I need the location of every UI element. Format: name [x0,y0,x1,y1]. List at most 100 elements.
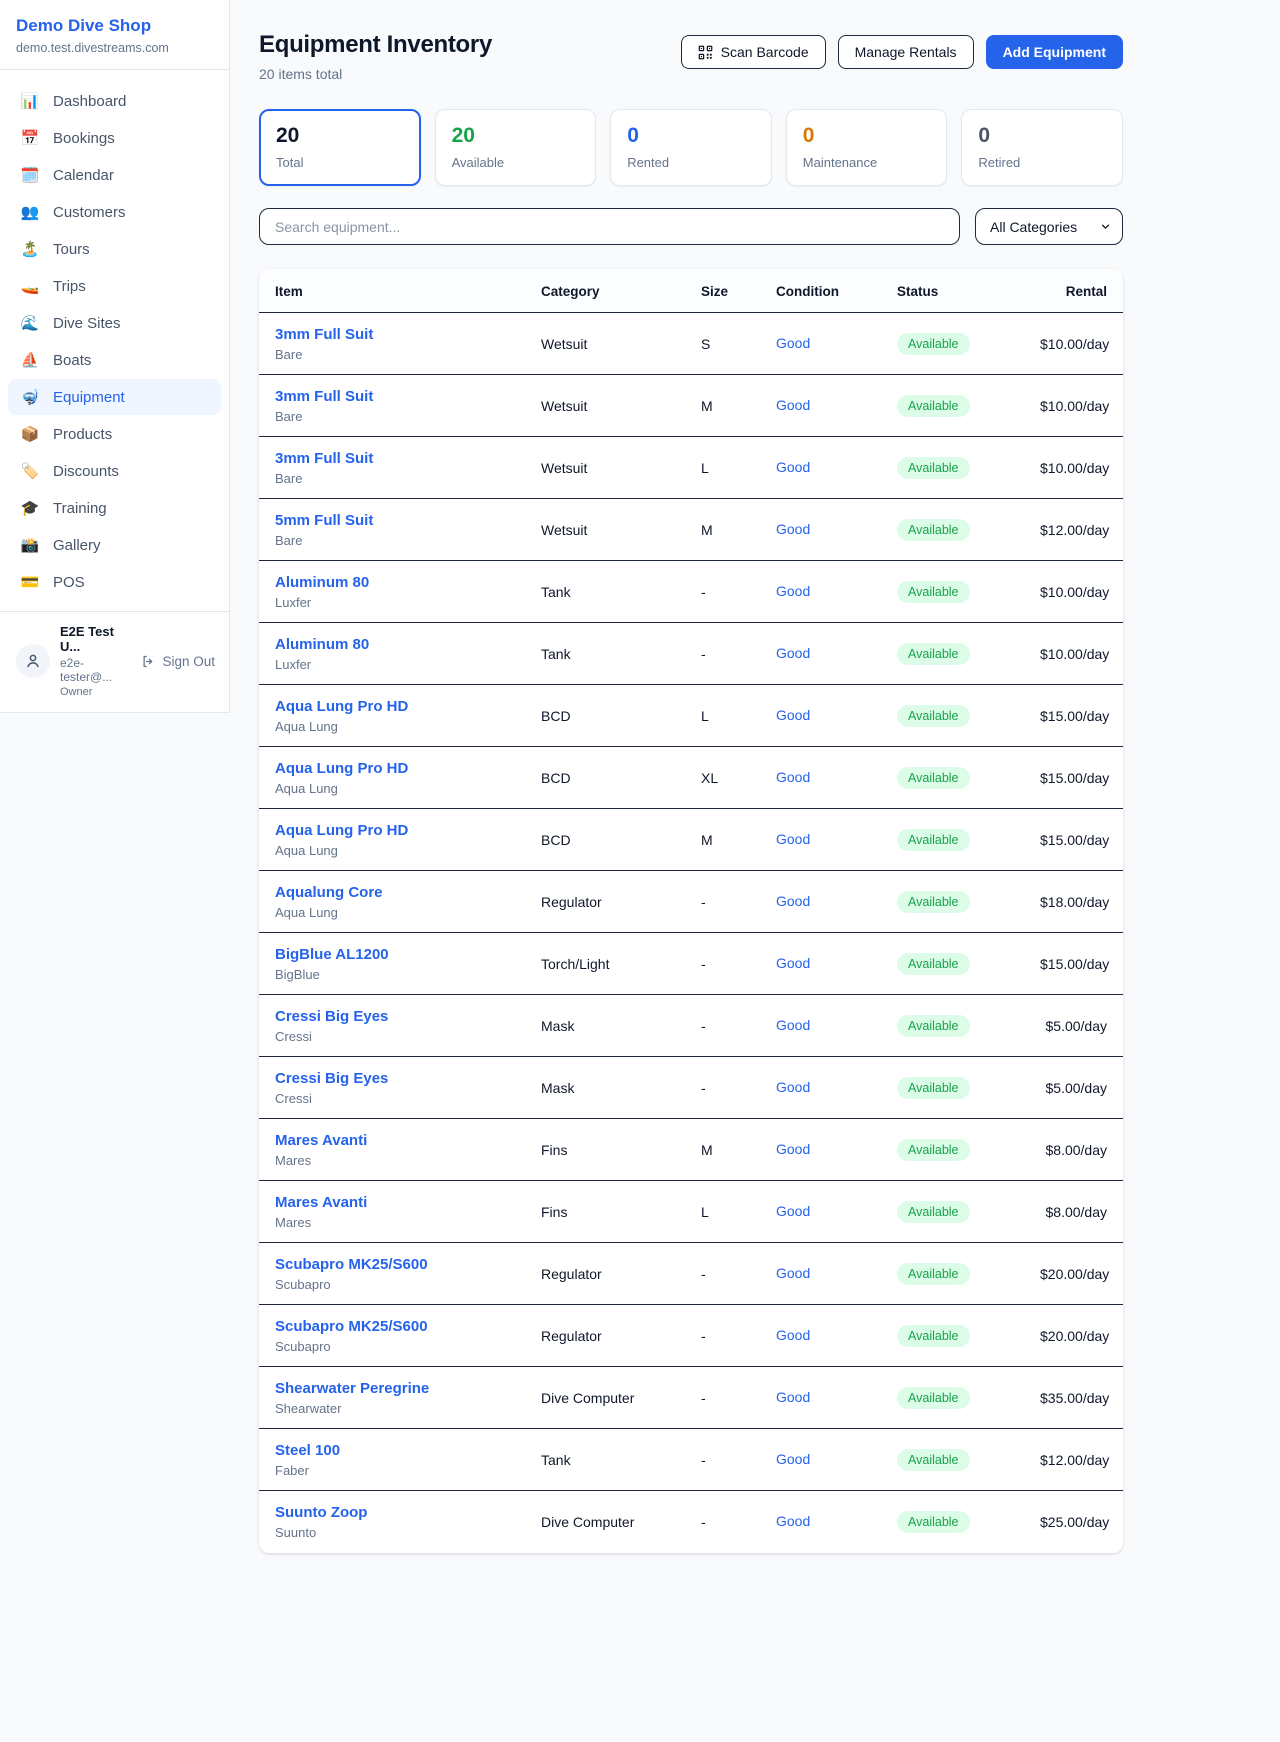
condition-link[interactable]: Good [776,1389,810,1405]
sidebar-item-dive-sites[interactable]: 🌊 Dive Sites [8,305,221,341]
grad-cap-icon: 🎓 [20,499,40,517]
item-name-link[interactable]: Shearwater Peregrine [275,1380,509,1397]
sidebar-item-trips[interactable]: 🚤 Trips [8,268,221,304]
stat-card-available[interactable]: 20 Available [435,109,597,186]
item-name-link[interactable]: Scubapro MK25/S600 [275,1318,509,1335]
table-row: Scubapro MK25/S600 Scubapro Regulator - … [259,1305,1123,1367]
condition-link[interactable]: Good [776,521,810,537]
item-rental: $8.00/day [1024,1119,1123,1181]
shop-name[interactable]: Demo Dive Shop [16,16,213,36]
item-name-link[interactable]: Cressi Big Eyes [275,1008,509,1025]
sign-out-button[interactable]: Sign Out [141,654,215,669]
item-name-link[interactable]: Aqua Lung Pro HD [275,760,509,777]
stat-card-rented[interactable]: 0 Rented [610,109,772,186]
condition-link[interactable]: Good [776,1265,810,1281]
bookings-icon: 📅 [20,129,40,147]
page-title: Equipment Inventory [259,31,492,59]
condition-link[interactable]: Good [776,1327,810,1343]
condition-link[interactable]: Good [776,335,810,351]
condition-link[interactable]: Good [776,707,810,723]
item-name-link[interactable]: Aluminum 80 [275,574,509,591]
condition-link[interactable]: Good [776,893,810,909]
tours-icon: 🏝️ [20,240,40,258]
item-rental: $15.00/day [1024,809,1123,871]
sidebar-item-equipment[interactable]: 🤿 Equipment [8,379,221,415]
condition-link[interactable]: Good [776,583,810,599]
condition-link[interactable]: Good [776,831,810,847]
sidebar-item-dashboard[interactable]: 📊 Dashboard [8,83,221,119]
stat-card-maintenance[interactable]: 0 Maintenance [786,109,948,186]
item-rental: $12.00/day [1024,499,1123,561]
item-size: - [685,1243,760,1305]
item-name-link[interactable]: Mares Avanti [275,1132,509,1149]
item-name-link[interactable]: Scubapro MK25/S600 [275,1256,509,1273]
condition-link[interactable]: Good [776,1513,810,1529]
search-input[interactable] [259,208,960,245]
item-name-link[interactable]: Aqua Lung Pro HD [275,698,509,715]
status-badge: Available [897,705,970,727]
condition-link[interactable]: Good [776,1451,810,1467]
scan-barcode-button[interactable]: Scan Barcode [681,35,826,69]
table-row: Aluminum 80 Luxfer Tank - Good Available… [259,561,1123,623]
sidebar-item-calendar[interactable]: 🗓️ Calendar [8,157,221,193]
sidebar-item-label: POS [53,574,85,591]
item-brand: Cressi [275,1029,509,1044]
category-select[interactable]: All Categories [975,208,1123,245]
col-header-category: Category [525,269,685,313]
sidebar-item-label: Discounts [53,463,119,480]
condition-link[interactable]: Good [776,645,810,661]
item-name-link[interactable]: Cressi Big Eyes [275,1070,509,1087]
col-header-condition: Condition [760,269,881,313]
sidebar-nav: 📊 Dashboard 📅 Bookings 🗓️ Calendar 👥 Cus… [0,70,229,611]
stats-row: 20 Total 20 Available 0 Rented 0 Mainten… [259,109,1123,186]
item-name-link[interactable]: Steel 100 [275,1442,509,1459]
add-equipment-button[interactable]: Add Equipment [986,35,1123,69]
condition-link[interactable]: Good [776,1141,810,1157]
item-rental: $15.00/day [1024,933,1123,995]
item-name-link[interactable]: 5mm Full Suit [275,512,509,529]
condition-link[interactable]: Good [776,769,810,785]
manage-rentals-button[interactable]: Manage Rentals [838,35,974,69]
sidebar-item-label: Gallery [53,537,101,554]
sidebar-item-discounts[interactable]: 🏷️ Discounts [8,453,221,489]
condition-link[interactable]: Good [776,1203,810,1219]
sidebar-item-boats[interactable]: ⛵ Boats [8,342,221,378]
table-row: Cressi Big Eyes Cressi Mask - Good Avail… [259,1057,1123,1119]
condition-link[interactable]: Good [776,1017,810,1033]
condition-link[interactable]: Good [776,397,810,413]
add-equipment-label: Add Equipment [1003,44,1106,60]
item-name-link[interactable]: 3mm Full Suit [275,326,509,343]
customers-icon: 👥 [20,203,40,221]
sidebar-item-products[interactable]: 📦 Products [8,416,221,452]
item-name-link[interactable]: BigBlue AL1200 [275,946,509,963]
item-brand: Luxfer [275,595,509,610]
stat-value: 0 [978,124,1106,148]
item-name-link[interactable]: Mares Avanti [275,1194,509,1211]
condition-link[interactable]: Good [776,955,810,971]
item-rental: $10.00/day [1024,375,1123,437]
item-name-link[interactable]: Aqualung Core [275,884,509,901]
sidebar-item-tours[interactable]: 🏝️ Tours [8,231,221,267]
sidebar-item-bookings[interactable]: 📅 Bookings [8,120,221,156]
item-size: - [685,1429,760,1491]
condition-link[interactable]: Good [776,1079,810,1095]
status-badge: Available [897,1139,970,1161]
item-name-link[interactable]: Aluminum 80 [275,636,509,653]
sidebar-item-pos[interactable]: 💳 POS [8,564,221,600]
credit-card-icon: 💳 [20,573,40,591]
condition-link[interactable]: Good [776,459,810,475]
sidebar-item-gallery[interactable]: 📸 Gallery [8,527,221,563]
items-total: 20 items total [259,66,492,82]
stat-card-retired[interactable]: 0 Retired [961,109,1123,186]
sidebar-item-training[interactable]: 🎓 Training [8,490,221,526]
item-name-link[interactable]: Suunto Zoop [275,1504,509,1521]
item-name-link[interactable]: 3mm Full Suit [275,450,509,467]
item-name-link[interactable]: Aqua Lung Pro HD [275,822,509,839]
status-badge: Available [897,953,970,975]
sidebar-item-customers[interactable]: 👥 Customers [8,194,221,230]
sidebar-item-label: Boats [53,352,91,369]
stat-card-total[interactable]: 20 Total [259,109,421,186]
table-header: Item Category Size Condition Status Rent… [259,269,1123,313]
item-name-link[interactable]: 3mm Full Suit [275,388,509,405]
item-category: Dive Computer [525,1491,685,1553]
